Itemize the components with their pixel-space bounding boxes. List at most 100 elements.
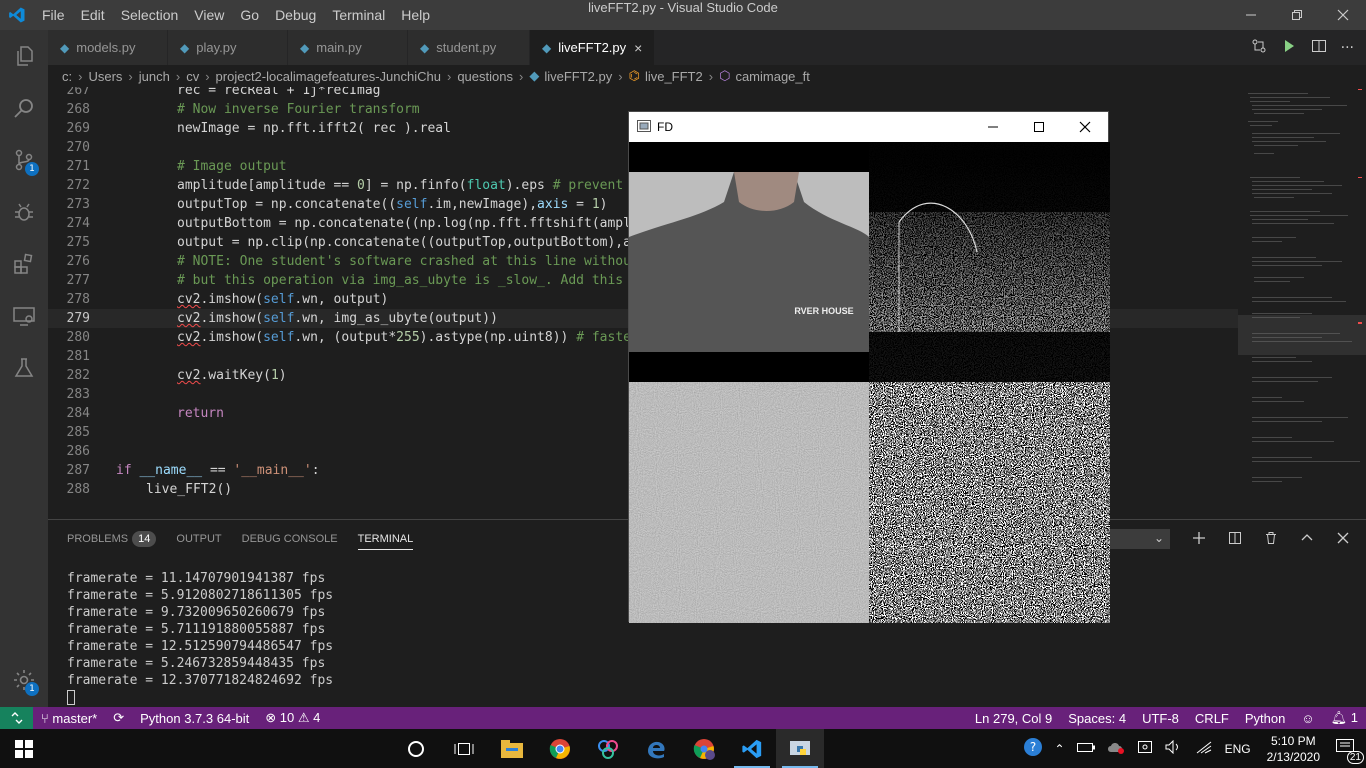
settings-gear-icon[interactable]: 1 xyxy=(0,654,48,706)
tab-play[interactable]: ◆ play.py xyxy=(168,30,288,65)
menu-terminal[interactable]: Terminal xyxy=(324,0,393,30)
fd-minimize-button[interactable] xyxy=(970,112,1016,142)
minimap[interactable] xyxy=(1238,87,1366,519)
menu-help[interactable]: Help xyxy=(393,0,438,30)
python-taskbar-icon[interactable] xyxy=(776,729,824,768)
problems-count-badge: 14 xyxy=(132,531,157,547)
test-flask-icon[interactable] xyxy=(0,342,48,394)
crumb-file[interactable]: liveFFT2.py xyxy=(544,69,612,84)
input-language[interactable]: ENG xyxy=(1219,742,1257,756)
remote-explorer-icon[interactable] xyxy=(0,290,48,342)
close-tab-icon[interactable]: × xyxy=(634,40,642,56)
terminal-output[interactable]: framerate = 11.14707901941387 fps framer… xyxy=(67,570,333,706)
encoding[interactable]: UTF-8 xyxy=(1134,711,1187,726)
crumb-questions[interactable]: questions xyxy=(457,69,513,84)
help-icon[interactable]: ? xyxy=(1017,737,1049,760)
compare-changes-icon[interactable] xyxy=(1251,38,1267,58)
phase-spectrum xyxy=(869,382,1110,623)
edge-icon[interactable] xyxy=(632,729,680,768)
git-branch[interactable]: ⑂ master* xyxy=(33,711,105,726)
more-actions-icon[interactable]: ··· xyxy=(1341,40,1354,56)
restore-button[interactable] xyxy=(1274,0,1320,30)
tab-main[interactable]: ◆ main.py xyxy=(288,30,408,65)
volume-icon[interactable] xyxy=(1159,739,1189,757)
extensions-icon[interactable] xyxy=(0,238,48,290)
feedback-icon[interactable]: ☺ xyxy=(1293,711,1322,726)
shield-icon[interactable] xyxy=(1131,739,1159,758)
crumb-cv[interactable]: cv xyxy=(186,69,199,84)
tab-livefft2[interactable]: ◆ liveFFT2.py × xyxy=(530,30,655,65)
remote-indicator-icon[interactable] xyxy=(0,707,33,729)
chevron-up-icon[interactable]: ⌃ xyxy=(1049,742,1071,756)
terminal-cursor xyxy=(67,690,75,705)
vscode-logo-icon[interactable] xyxy=(0,0,34,30)
task-view-icon[interactable] xyxy=(440,729,488,768)
fd-image-window[interactable]: FD RVER HOUSE xyxy=(628,111,1110,623)
split-editor-icon[interactable] xyxy=(1311,38,1327,58)
chrome-profile-icon[interactable] xyxy=(680,729,728,768)
problems-indicator[interactable]: ⊗ 10 ⚠ 4 xyxy=(257,710,328,726)
sync-icon[interactable]: ⟳ xyxy=(105,710,132,726)
tab-output[interactable]: OUTPUT xyxy=(176,528,221,550)
explorer-icon[interactable] xyxy=(0,30,48,82)
python-file-icon: ◆ xyxy=(60,40,70,55)
end-of-line[interactable]: CRLF xyxy=(1187,711,1237,726)
close-panel-icon[interactable] xyxy=(1336,530,1350,549)
crumb-drive[interactable]: c: xyxy=(62,69,72,84)
crumb-users[interactable]: Users xyxy=(88,69,122,84)
new-terminal-icon[interactable] xyxy=(1192,530,1206,549)
menu-view[interactable]: View xyxy=(186,0,232,30)
tab-models[interactable]: ◆ models.py xyxy=(48,30,168,65)
app-icon[interactable] xyxy=(584,729,632,768)
indentation[interactable]: Spaces: 4 xyxy=(1060,711,1134,726)
window-controls xyxy=(1228,0,1366,30)
file-explorer-icon[interactable] xyxy=(488,729,536,768)
branch-icon: ⑂ xyxy=(41,710,53,726)
start-windows-icon[interactable] xyxy=(0,729,48,768)
search-icon[interactable] xyxy=(0,82,48,134)
crumb-project[interactable]: project2-localimagefeatures-JunchiChu xyxy=(216,69,441,84)
split-terminal-icon[interactable] xyxy=(1228,530,1242,549)
vscode-taskbar-icon[interactable] xyxy=(728,729,776,768)
source-control-badge: 1 xyxy=(25,162,39,176)
debug-icon[interactable] xyxy=(0,186,48,238)
wifi-icon[interactable] xyxy=(1189,740,1219,757)
fd-maximize-button[interactable] xyxy=(1016,112,1062,142)
chevron-right-icon: › xyxy=(708,68,714,84)
language-mode[interactable]: Python xyxy=(1237,711,1293,726)
fd-titlebar[interactable]: FD xyxy=(629,112,1108,142)
cloud-icon[interactable] xyxy=(1101,740,1131,757)
python-interpreter[interactable]: Python 3.7.3 64-bit xyxy=(132,711,257,726)
system-tray: ? ⌃ ENG 5:10 PM 2/13/2020 21 xyxy=(1017,729,1366,768)
menu-selection[interactable]: Selection xyxy=(113,0,187,30)
clock[interactable]: 5:10 PM 2/13/2020 xyxy=(1257,733,1330,765)
action-center-icon[interactable]: 21 xyxy=(1330,739,1366,764)
tab-problems[interactable]: PROBLEMS 14 xyxy=(67,528,157,550)
cortana-icon[interactable] xyxy=(392,729,440,768)
notifications[interactable]: 🔔︎ 1 xyxy=(1323,710,1366,726)
terminal-select-dropdown[interactable]: ⌄ xyxy=(1100,529,1170,549)
crumb-function[interactable]: live_FFT2 xyxy=(645,69,703,84)
run-icon[interactable] xyxy=(1281,38,1297,58)
tab-terminal[interactable]: TERMINAL xyxy=(357,528,414,550)
chrome-icon[interactable] xyxy=(536,729,584,768)
cursor-position[interactable]: Ln 279, Col 9 xyxy=(967,711,1060,726)
battery-icon[interactable] xyxy=(1071,741,1101,756)
tab-student[interactable]: ◆ student.py xyxy=(408,30,530,65)
crumb-user[interactable]: junch xyxy=(139,69,170,84)
maximize-panel-icon[interactable] xyxy=(1300,530,1314,549)
tab-debug-console[interactable]: DEBUG CONSOLE xyxy=(242,528,338,550)
minimize-button[interactable] xyxy=(1228,0,1274,30)
close-button[interactable] xyxy=(1320,0,1366,30)
crumb-symbol[interactable]: camimage_ft xyxy=(735,69,809,84)
bell-icon: 🔔︎ xyxy=(1330,710,1351,725)
breadcrumb: c: › Users › junch › cv › project2-localimag… xyxy=(48,65,1238,87)
trash-icon[interactable] xyxy=(1264,530,1278,549)
source-control-icon[interactable]: 1 xyxy=(0,134,48,186)
menu-edit[interactable]: Edit xyxy=(73,0,113,30)
menu-go[interactable]: Go xyxy=(232,0,267,30)
menu-debug[interactable]: Debug xyxy=(267,0,324,30)
menu-file[interactable]: File xyxy=(34,0,73,30)
fd-close-button[interactable] xyxy=(1062,112,1108,142)
svg-text:?: ? xyxy=(1029,740,1035,754)
